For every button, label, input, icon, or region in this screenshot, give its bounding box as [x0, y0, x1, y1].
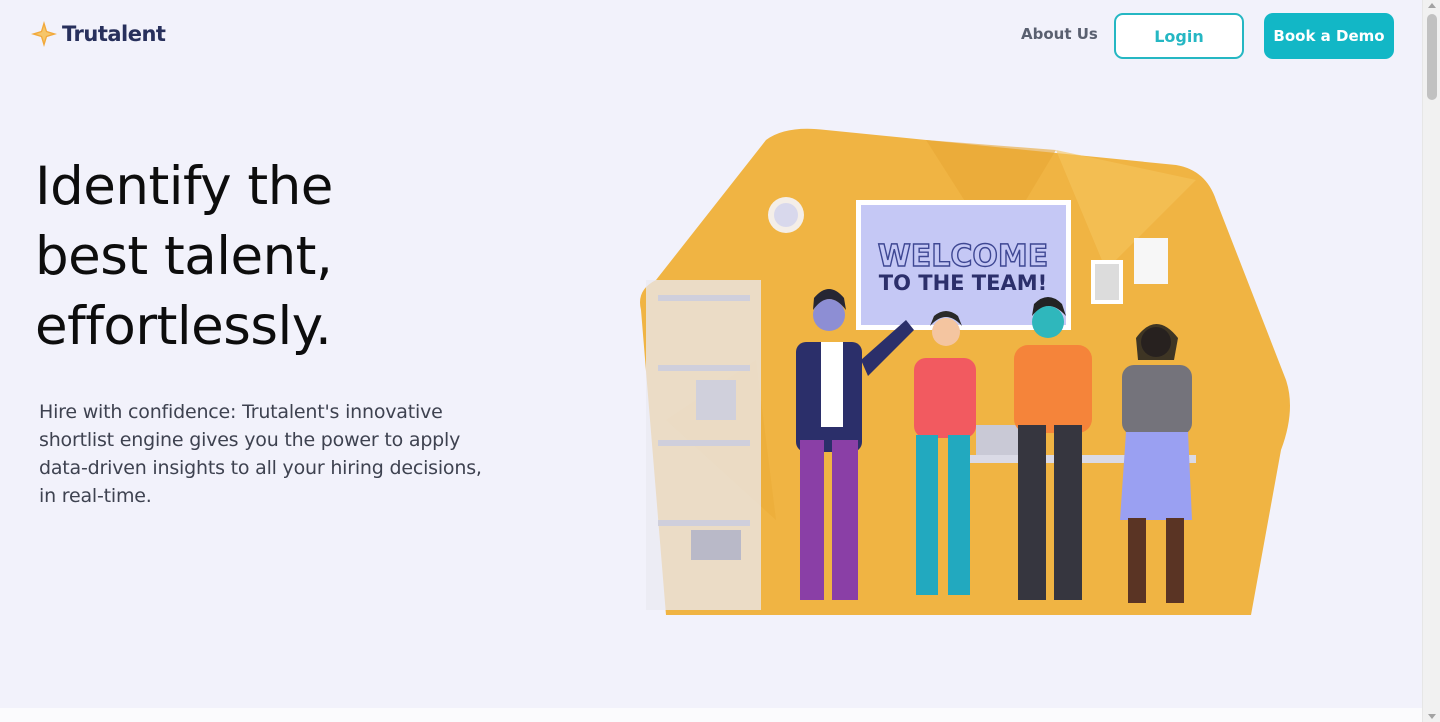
- nav-about-us-link[interactable]: About Us: [1021, 25, 1098, 43]
- logo-star-icon: [31, 21, 57, 47]
- brand-logo[interactable]: Trutalent: [30, 20, 166, 48]
- scroll-up-arrow-icon[interactable]: [1428, 3, 1436, 8]
- login-button[interactable]: Login: [1114, 13, 1244, 59]
- hero-title-line-1: Identify the: [35, 156, 333, 217]
- hero-title-line-3: effortlessly.: [35, 296, 332, 357]
- hero-subtitle: Hire with confidence: Trutalent's innova…: [39, 401, 482, 507]
- scroll-thumb[interactable]: [1427, 14, 1437, 100]
- hero-title: Identify the best talent, effortlessly.: [35, 152, 555, 362]
- page-scrollbar[interactable]: [1422, 0, 1440, 722]
- next-section-edge: [0, 708, 1422, 722]
- banner-line-1: WELCOME: [878, 239, 1049, 274]
- brand-name: Trutalent: [62, 22, 166, 46]
- top-navigation-bar: Trutalent About Us Login Book a Demo: [0, 0, 1422, 70]
- hero-title-line-2: best talent,: [35, 226, 333, 287]
- banner-line-2: TO THE TEAM!: [879, 271, 1047, 295]
- scroll-down-arrow-icon[interactable]: [1428, 714, 1436, 719]
- hero-illustration: WELCOME TO THE TEAM!: [640, 128, 1290, 615]
- book-demo-button[interactable]: Book a Demo: [1264, 13, 1394, 59]
